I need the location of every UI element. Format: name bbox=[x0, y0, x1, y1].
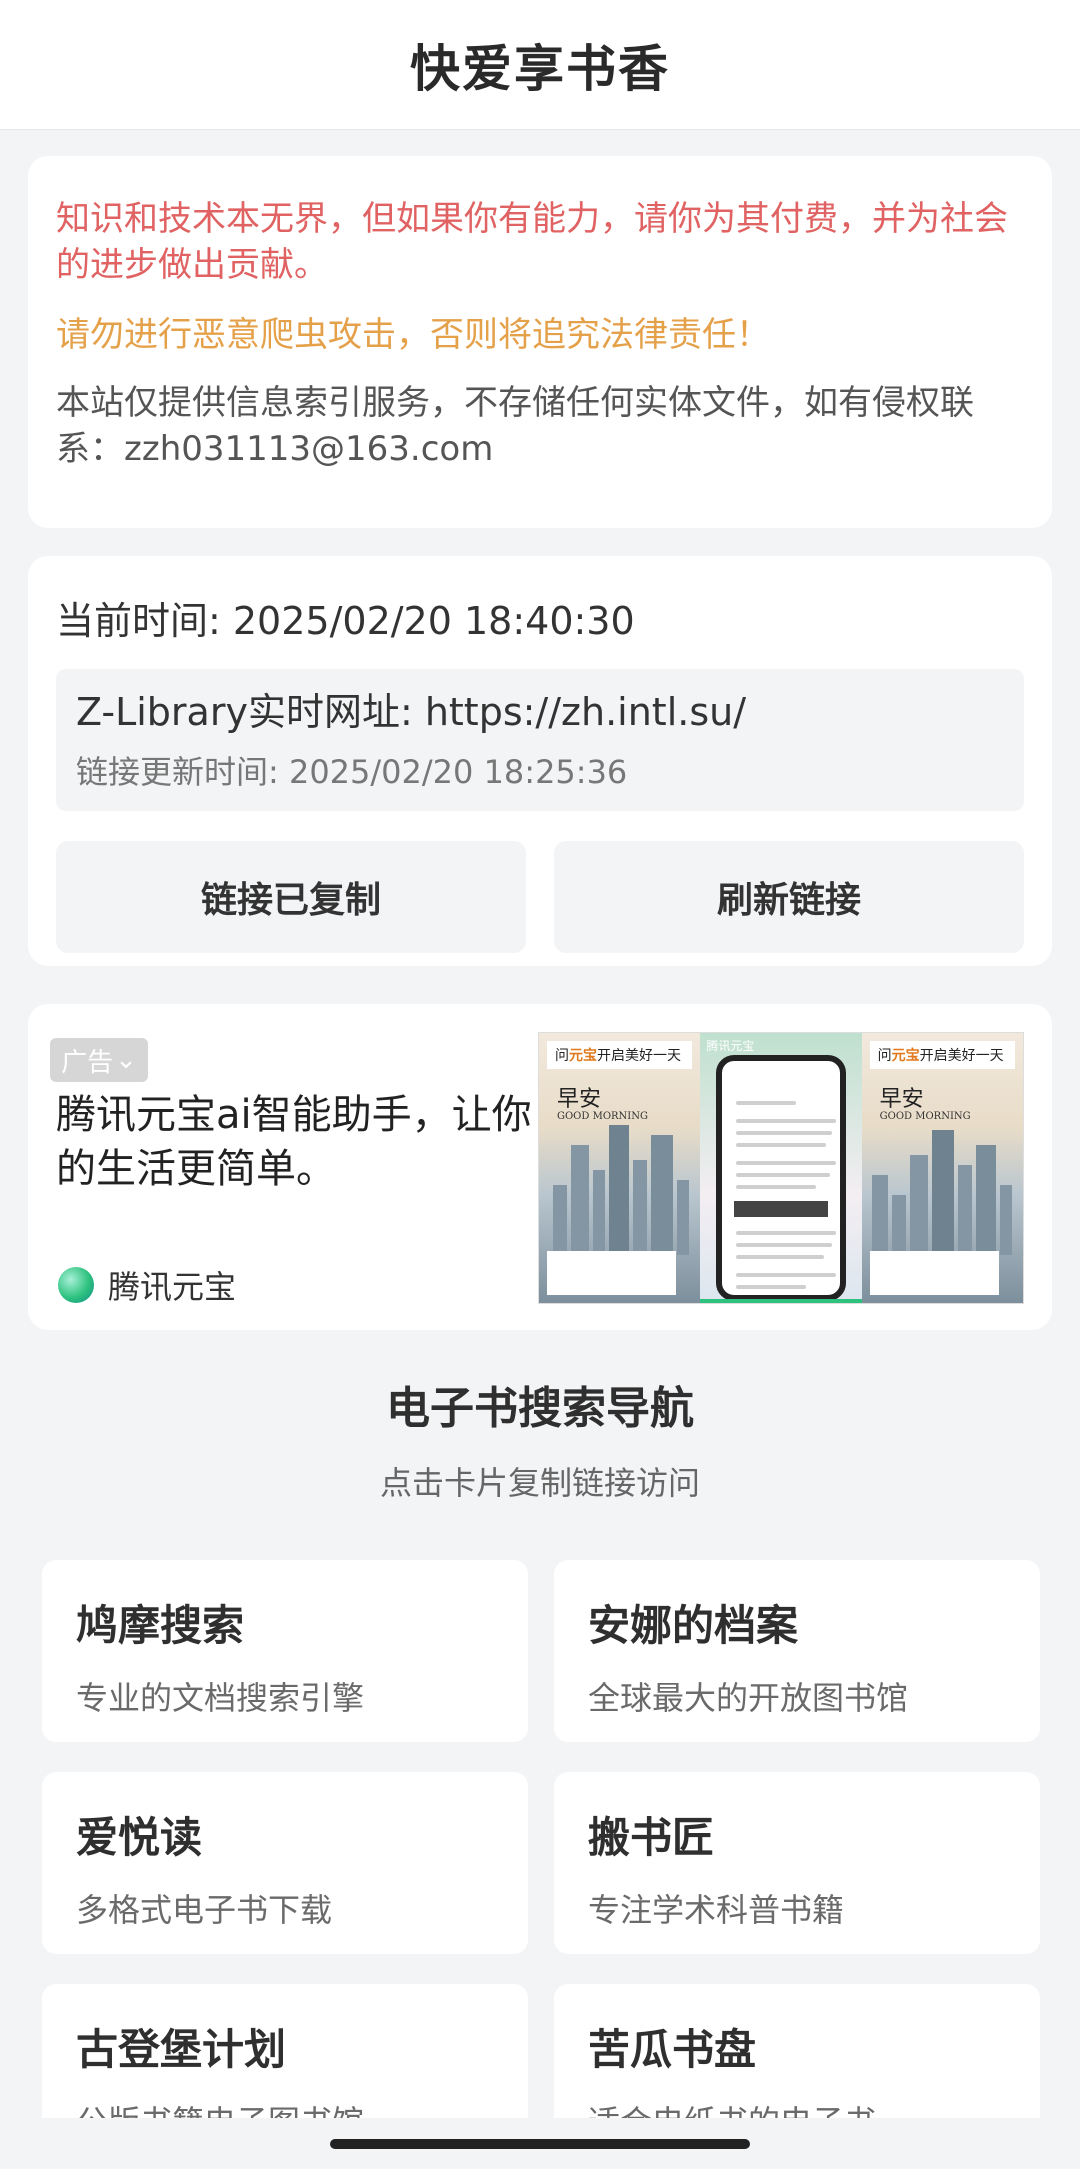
ad-panel-footer bbox=[547, 1251, 677, 1295]
skyline-illustration bbox=[539, 1125, 700, 1255]
library-url[interactable]: Z-Library实时网址: https://zh.intl.su/ bbox=[76, 687, 1004, 737]
skyline-illustration bbox=[862, 1125, 1023, 1255]
nav-section-title: 电子书搜索导航 bbox=[386, 1383, 694, 1434]
app-header: 快爱享书香 bbox=[0, 0, 1080, 130]
ad-image[interactable]: 问元宝 开启美好一天 早安 GOOD MORNING 腾讯元宝 问 元宝 开启美… bbox=[538, 1032, 1024, 1304]
ad-accent-bar bbox=[700, 1299, 862, 1303]
nav-card-desc: 专业的文档搜索引擎 bbox=[76, 1679, 365, 1717]
notice-card: 知识和技术本无界，但如果你有能力，请你为其付费，并为社会的进步做出贡献。 请勿进… bbox=[28, 156, 1052, 528]
nav-card-annas-archive[interactable]: 安娜的档案 全球最大的开放图书馆 bbox=[554, 1560, 1040, 1742]
copy-link-button[interactable]: 链接已复制 bbox=[56, 841, 526, 953]
nav-card-desc: 专注学术科普书籍 bbox=[588, 1891, 845, 1929]
nav-card-desc: 多格式电子书下载 bbox=[76, 1891, 333, 1929]
ad-panel-header: 问元宝 开启美好一天 bbox=[869, 1041, 1015, 1069]
ad-phone-app-name: 腾讯元宝 bbox=[706, 1039, 755, 1053]
page-title: 快爱享书香 bbox=[410, 39, 670, 98]
nav-card-aiyuedu[interactable]: 爱悦读 多格式电子书下载 bbox=[42, 1772, 528, 1954]
ad-greeting-sub: GOOD MORNING bbox=[557, 1111, 648, 1122]
nav-card-banshujiang[interactable]: 搬书匠 专注学术科普书籍 bbox=[554, 1772, 1040, 1954]
ad-greeting-sub: GOOD MORNING bbox=[879, 1111, 971, 1122]
nav-card-name: 苦瓜书盘 bbox=[588, 2025, 757, 2074]
nav-card-desc: 公版书籍电子图书馆 bbox=[76, 2097, 494, 2118]
ad-image-panel-right: 问元宝 开启美好一天 早安 GOOD MORNING bbox=[861, 1033, 1023, 1303]
ad-headline[interactable]: 腾讯元宝ai智能助手，让你的生活更简单。 bbox=[56, 1088, 546, 1196]
nav-card-gutenberg[interactable]: 古登堡计划 公版书籍电子图书馆 bbox=[42, 1984, 528, 2118]
nav-card-name: 搬书匠 bbox=[588, 1813, 715, 1862]
nav-card-name: 古登堡计划 bbox=[76, 2025, 287, 2074]
nav-card-name: 安娜的档案 bbox=[588, 1601, 799, 1650]
nav-card-grid: 鸠摩搜索 专业的文档搜索引擎 安娜的档案 全球最大的开放图书馆 爱悦读 多格式电… bbox=[0, 1540, 1080, 2118]
nav-card-desc: 全球最大的开放图书馆 bbox=[588, 1679, 909, 1717]
nav-section-subtitle: 点击卡片复制链接访问 bbox=[379, 1464, 700, 1502]
nav-card-name: 爱悦读 bbox=[76, 1813, 203, 1862]
ad-panel-header: 问元宝 开启美好一天 bbox=[547, 1041, 693, 1069]
action-buttons: 链接已复制 刷新链接 bbox=[56, 841, 1024, 953]
ad-badge[interactable]: 广告 ⌄ bbox=[50, 1038, 148, 1082]
disclaimer-text: 本站仅提供信息索引服务，不存储任何实体文件，如有侵权联系：zzh031113@1… bbox=[56, 383, 974, 469]
ad-greeting: 早安 bbox=[557, 1087, 602, 1112]
ad-badge-label: 广告 bbox=[61, 1047, 114, 1078]
yuanbao-logo-icon bbox=[58, 1267, 94, 1303]
url-box[interactable]: Z-Library实时网址: https://zh.intl.su/ 链接更新时… bbox=[56, 669, 1024, 811]
home-indicator[interactable] bbox=[330, 2139, 750, 2149]
nav-card-kugua[interactable]: 苦瓜书盘 适合电纸书的电子书 bbox=[554, 1984, 1040, 2118]
chevron-down-icon: ⌄ bbox=[115, 1045, 137, 1075]
support-notice: 知识和技术本无界，但如果你有能力，请你为其付费，并为社会的进步做出贡献。 bbox=[56, 199, 1008, 285]
ad-banner[interactable]: 广告 ⌄ 腾讯元宝ai智能助手，让你的生活更简单。 腾讯元宝 问元宝 开启美好一天… bbox=[28, 1004, 1052, 1330]
current-time: 当前时间: 2025/02/20 18:40:30 bbox=[56, 599, 635, 643]
ad-greeting: 早安 bbox=[879, 1087, 924, 1112]
ad-brand[interactable]: 腾讯元宝 bbox=[58, 1262, 236, 1308]
ad-image-panel-middle: 腾讯元宝 bbox=[700, 1033, 862, 1303]
nav-card-name: 鸠摩搜索 bbox=[76, 1601, 245, 1650]
refresh-link-button[interactable]: 刷新链接 bbox=[554, 841, 1024, 953]
nav-card-desc: 适合电纸书的电子书 bbox=[588, 2097, 1006, 2118]
ad-panel-footer bbox=[869, 1251, 999, 1295]
link-update-time: 链接更新时间: 2025/02/20 18:25:36 bbox=[76, 753, 628, 791]
nav-card-jiumo[interactable]: 鸠摩搜索 专业的文档搜索引擎 bbox=[42, 1560, 528, 1742]
crawler-warning: 请勿进行恶意爬虫攻击，否则将追究法律责任！ bbox=[56, 315, 770, 355]
link-status-card: 当前时间: 2025/02/20 18:40:30 Z-Library实时网址:… bbox=[28, 556, 1052, 966]
phone-mockup bbox=[716, 1055, 846, 1301]
ad-image-panel-left: 问元宝 开启美好一天 早安 GOOD MORNING bbox=[539, 1033, 701, 1303]
ad-brand-name: 腾讯元宝 bbox=[108, 1268, 237, 1306]
